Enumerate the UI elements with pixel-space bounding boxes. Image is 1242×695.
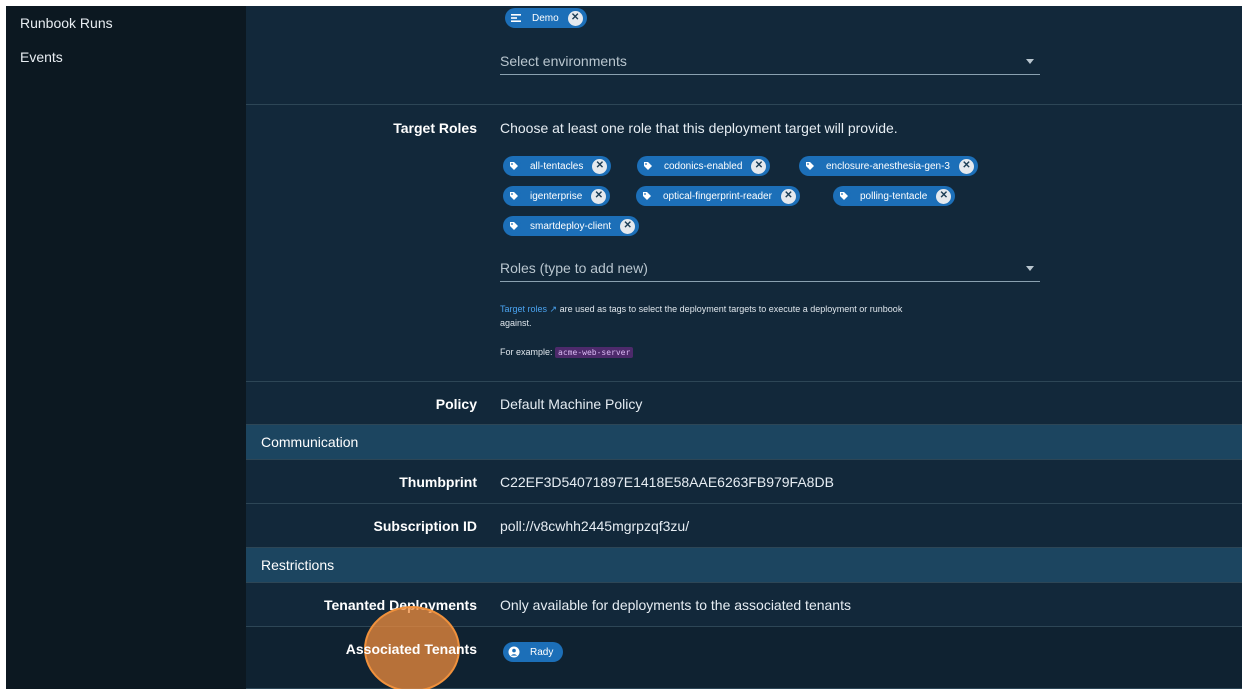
role-chip-label: smartdeploy-client [530,220,612,232]
role-chip: smartdeploy-client ✕ [503,216,640,236]
app-frame: Runbook Runs Events Demo ✕ Select enviro… [6,6,1242,689]
roles-help-text: Target roles ↗ are used as tags to selec… [500,302,1040,330]
role-chip-label: optical-fingerprint-reader [663,190,772,202]
help-text-1: are used as tags to select the deploymen… [559,304,903,314]
role-chip-label: polling-tentacle [860,190,928,202]
role-chip: codonics-enabled ✕ [637,156,771,176]
target-roles-label: Target Roles [393,120,477,136]
external-link-icon[interactable]: ↗ [550,304,558,314]
roles-select[interactable]: Roles (type to add new) [500,256,1040,282]
role-chip-label: all-tentacles [530,160,584,172]
role-chip: all-tentacles ✕ [503,156,612,176]
subscription-label: Subscription ID [373,518,477,534]
tenant-chip[interactable]: Rady [503,642,564,662]
thumbprint-value: C22EF3D54071897E1418E58AAE6263FB979FA8DB [500,474,834,490]
remove-chip-icon[interactable]: ✕ [592,158,608,174]
subscription-row: Subscription ID poll://v8cwhh2445mgrpzqf… [246,504,1242,548]
tenant-chip-label: Rady [530,646,554,658]
role-chip-label: enclosure-anesthesia-gen-3 [826,160,950,172]
help-text-2: against. [500,318,532,328]
dropdown-arrow-icon[interactable] [1026,266,1034,271]
policy-row: Policy Default Machine Policy [246,382,1242,425]
role-chip-label: igenterprise [530,190,583,202]
roles-example: For example: acme-web-server [500,345,634,360]
environment-chip-label: Demo [532,12,559,24]
remove-chip-icon[interactable]: ✕ [780,188,796,204]
policy-value: Default Machine Policy [500,396,643,412]
example-code: acme-web-server [555,347,634,358]
role-chip: polling-tentacle ✕ [833,186,956,206]
role-chip: enclosure-anesthesia-gen-3 ✕ [799,156,978,176]
environment-icon [509,11,523,25]
tag-icon [803,159,817,173]
role-chip: optical-fingerprint-reader ✕ [636,186,800,206]
dropdown-arrow-icon[interactable] [1026,59,1034,64]
sidebar: Runbook Runs Events [6,6,246,689]
restrictions-header: Restrictions [246,548,1242,583]
remove-chip-icon[interactable]: ✕ [936,188,952,204]
tag-icon [640,189,654,203]
example-prefix: For example: [500,347,553,357]
tenanted-deployments-value: Only available for deployments to the as… [500,597,851,613]
restrictions-header-label: Restrictions [261,557,335,573]
remove-chip-icon[interactable]: ✕ [620,218,636,234]
subscription-value: poll://v8cwhh2445mgrpzqf3zu/ [500,518,690,534]
policy-label: Policy [435,396,477,412]
environments-select[interactable]: Select environments [500,49,1040,75]
remove-chip-icon[interactable]: ✕ [958,158,974,174]
remove-chip-icon[interactable]: ✕ [591,188,607,204]
thumbprint-row: Thumbprint C22EF3D54071897E1418E58AAE626… [246,460,1242,504]
tag-icon [507,159,521,173]
remove-chip-icon[interactable]: ✕ [751,158,767,174]
tag-icon [837,189,851,203]
tenant-icon [507,645,521,659]
environments-placeholder: Select environments [500,53,627,69]
target-roles-description: Choose at least one role that this deplo… [500,120,898,136]
communication-header: Communication [246,425,1242,460]
environments-row: Demo ✕ Select environments [246,6,1242,105]
sidebar-item-runbook-runs[interactable]: Runbook Runs [20,15,113,31]
main-content: Demo ✕ Select environments Target Roles … [246,6,1242,689]
tag-icon [507,189,521,203]
sidebar-item-events[interactable]: Events [20,49,63,65]
remove-chip-icon[interactable]: ✕ [567,10,583,26]
tag-icon [641,159,655,173]
tag-icon [507,219,521,233]
roles-placeholder: Roles (type to add new) [500,260,648,276]
environment-chip: Demo ✕ [505,8,587,28]
thumbprint-label: Thumbprint [399,474,477,490]
associated-tenants-label: Associated Tenants [345,641,477,657]
target-roles-link[interactable]: Target roles [500,304,547,314]
target-roles-row: Target Roles Choose at least one role th… [246,105,1242,382]
communication-header-label: Communication [261,434,359,450]
role-chip-label: codonics-enabled [664,160,743,172]
role-chip: igenterprise ✕ [503,186,611,206]
